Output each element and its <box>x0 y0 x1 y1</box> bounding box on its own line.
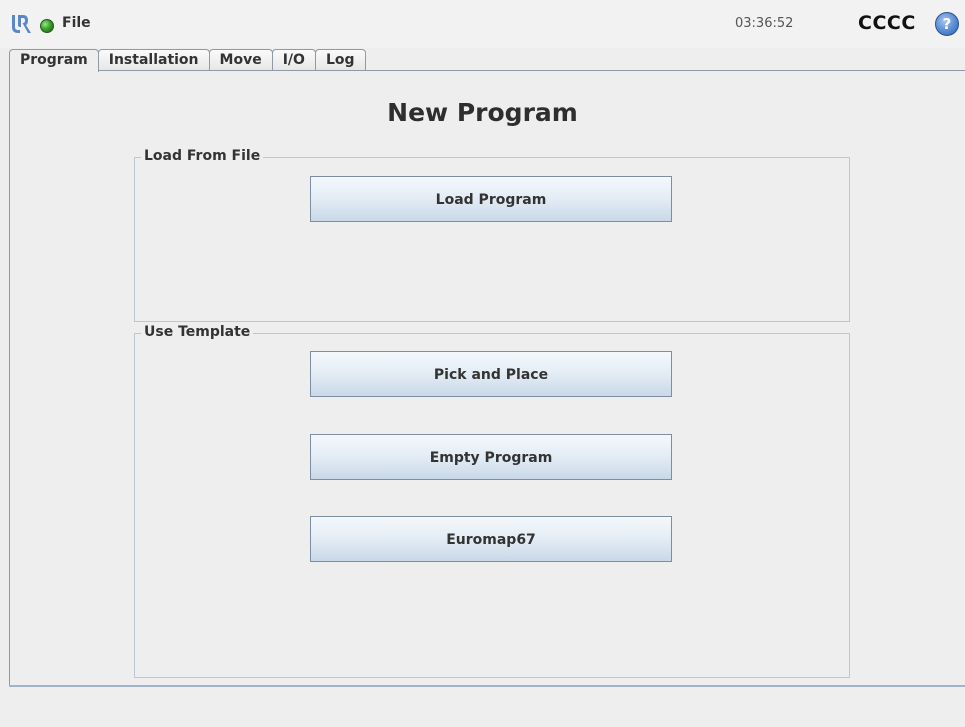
load-from-file-legend: Load From File <box>141 148 264 164</box>
tab-program[interactable]: Program <box>9 49 99 72</box>
robot-name: CCCC <box>858 12 916 34</box>
tab-io[interactable]: I/O <box>271 49 316 71</box>
tab-bar: Program Installation Move I/O Log <box>9 49 366 72</box>
tab-log[interactable]: Log <box>314 49 366 71</box>
pick-and-place-button[interactable]: Pick and Place <box>310 351 672 397</box>
empty-program-button[interactable]: Empty Program <box>310 434 672 480</box>
status-indicator-icon <box>40 19 54 33</box>
file-menu[interactable]: File <box>62 15 91 31</box>
ur-logo-icon <box>12 15 31 33</box>
top-bar: File 03:36:52 CCCC ? <box>0 0 965 48</box>
page-title: New Program <box>387 98 578 127</box>
euromap67-button[interactable]: Euromap67 <box>310 516 672 562</box>
tab-move[interactable]: Move <box>208 49 273 71</box>
tab-installation[interactable]: Installation <box>97 49 210 71</box>
use-template-legend: Use Template <box>141 324 254 340</box>
help-icon[interactable]: ? <box>935 12 959 36</box>
footer-bar <box>0 687 965 727</box>
load-program-button[interactable]: Load Program <box>310 176 672 222</box>
clock: 03:36:52 <box>735 16 794 31</box>
